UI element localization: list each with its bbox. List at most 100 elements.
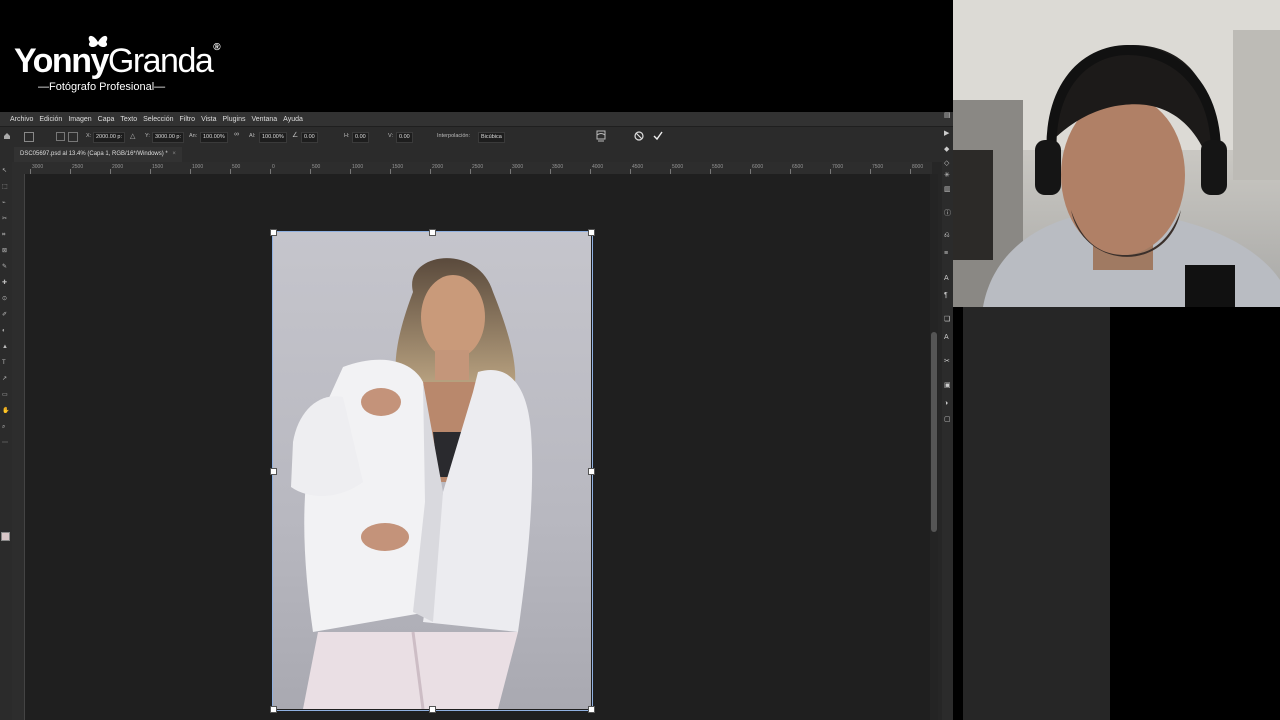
transform-handle[interactable] <box>588 706 595 713</box>
channels-panel-icon[interactable]: ▥ <box>944 186 952 193</box>
move-tool-icon[interactable]: ↖ <box>2 168 9 174</box>
brand-subtitle: —Fotógrafo Profesional— <box>38 81 166 93</box>
menu-edicion[interactable]: Edición <box>36 116 65 123</box>
healing-tool-icon[interactable]: ✚ <box>2 280 9 286</box>
clone-tool-icon[interactable]: ⊙ <box>2 296 9 302</box>
y-label: Y: <box>145 133 150 139</box>
more-tools-icon[interactable]: ⋯ <box>2 440 9 446</box>
vskew-field[interactable]: 0.00 <box>396 132 413 143</box>
angle-field[interactable]: 0.00 <box>301 132 318 143</box>
check-icon[interactable] <box>653 131 663 141</box>
transform-handle[interactable] <box>588 229 595 236</box>
marquee-tool-icon[interactable]: ⬚ <box>2 184 9 190</box>
menu-ventana[interactable]: Ventana <box>248 116 280 123</box>
document-tab[interactable]: DSC05697.psd al 13.4% (Capa 1, RGB/16*/W… <box>14 147 182 162</box>
ruler-label: 5500 <box>712 164 724 170</box>
actions-panel-icon[interactable]: ▶ <box>944 130 952 137</box>
transform-handle[interactable] <box>270 229 277 236</box>
menu-vista[interactable]: Vista <box>198 116 219 123</box>
paragraph-panel-icon[interactable]: ¶ <box>944 292 952 299</box>
shape-tool-icon[interactable]: ▭ <box>2 392 9 398</box>
path-select-tool-icon[interactable]: ↗ <box>2 376 9 382</box>
y-field[interactable]: 3000.00 p: <box>152 132 184 143</box>
ruler-label: 7000 <box>832 164 844 170</box>
shapes-panel-icon[interactable]: ◆ <box>944 146 952 153</box>
transform-tool-icon <box>24 132 34 142</box>
menu-plugins[interactable]: Plugins <box>220 116 249 123</box>
height-field[interactable]: 100.00% <box>259 132 287 143</box>
character-panel-icon[interactable]: A <box>944 275 952 282</box>
transform-handle[interactable] <box>270 706 277 713</box>
swatches-panel-icon[interactable]: ◇ <box>944 160 952 167</box>
ruler-label: 4000 <box>592 164 604 170</box>
transform-handle[interactable] <box>429 229 436 236</box>
reference-point-icon[interactable] <box>56 132 65 141</box>
crop-tool-icon[interactable]: ✂ <box>2 216 9 222</box>
transform-handle[interactable] <box>429 706 436 713</box>
vertical-ruler <box>12 174 25 720</box>
glyphs-panel-icon[interactable]: ❏ <box>944 316 952 323</box>
ruler-label: 2500 <box>72 164 84 170</box>
warp-icon[interactable] <box>596 130 606 142</box>
reference-grid-icon[interactable] <box>68 132 78 142</box>
ruler-label: 2000 <box>112 164 124 170</box>
scroll-thumb[interactable] <box>931 332 937 532</box>
menu-capa[interactable]: Capa <box>95 116 118 123</box>
cancel-icon[interactable] <box>634 131 644 141</box>
width-field[interactable]: 100.00% <box>200 132 228 143</box>
libraries-panel-icon[interactable]: ≡ <box>944 250 952 257</box>
menu-texto[interactable]: Texto <box>117 116 140 123</box>
paths-panel-icon[interactable]: ▢ <box>944 416 952 423</box>
delta-icon[interactable]: △ <box>130 132 135 140</box>
webcam-video-frame <box>953 0 1280 307</box>
menu-ayuda[interactable]: Ayuda <box>280 116 306 123</box>
zoom-tool-icon[interactable]: ⌕ <box>2 424 9 430</box>
x-field[interactable]: 2000.00 p: <box>93 132 125 143</box>
transform-bounding-box[interactable] <box>272 231 593 711</box>
link-icon[interactable]: ∞ <box>234 131 239 138</box>
ruler-label: 1500 <box>152 164 164 170</box>
properties-panel-icon[interactable]: ⎌ <box>944 232 952 239</box>
type-tool-icon[interactable]: T <box>2 360 9 366</box>
adjustments-panel-icon[interactable]: ◑ <box>944 400 952 407</box>
home-icon[interactable] <box>3 132 11 140</box>
menu-filtro[interactable]: Filtro <box>177 116 199 123</box>
height-label: Al: <box>249 133 256 139</box>
width-label: An: <box>189 133 198 139</box>
menu-seleccion[interactable]: Selección <box>140 116 176 123</box>
brand-name-light: Granda <box>107 42 214 80</box>
ruler-label: 2000 <box>432 164 444 170</box>
ruler-label: 3500 <box>552 164 564 170</box>
menu-imagen[interactable]: Imagen <box>65 116 94 123</box>
ruler-label: 6000 <box>752 164 764 170</box>
layers-panel-icon[interactable]: ▣ <box>944 382 952 389</box>
history-panel-icon[interactable]: ▤ <box>944 112 952 119</box>
webcam-overlay <box>953 0 1280 307</box>
tab-close-icon[interactable]: × <box>172 151 176 157</box>
menu-archivo[interactable]: Archivo <box>0 116 36 123</box>
ruler-label: 500 <box>312 164 321 170</box>
dodge-tool-icon[interactable]: ◐ <box>2 328 9 334</box>
frame-tool-icon[interactable]: ⌗ <box>2 232 9 238</box>
info-panel-icon[interactable]: ⓘ <box>944 210 952 217</box>
ruler-label: 3000 <box>32 164 44 170</box>
pencil-tool-icon[interactable]: ✐ <box>2 312 9 318</box>
tools-panel: ↖ ⬚ ⌁ ✂ ⌗ ⊠ ✎ ✚ ⊙ ✐ ◐ ▲ T ↗ ▭ ✋ ⌕ ⋯ <box>0 162 12 720</box>
brush-tool-icon[interactable]: ✎ <box>2 264 9 270</box>
sharpen-tool-icon[interactable]: ▲ <box>2 344 9 350</box>
tools-preset-icon[interactable]: ✂ <box>944 358 952 365</box>
hand-tool-icon[interactable]: ✋ <box>2 408 9 414</box>
lasso-tool-icon[interactable]: ⌁ <box>2 200 9 206</box>
brand-logo: YonnyGranda® <box>14 42 221 81</box>
foreground-color-swatch[interactable] <box>1 532 10 541</box>
hskew-field[interactable]: 0.00 <box>352 132 369 143</box>
hskew-label: H: <box>344 133 350 139</box>
ruler-label: 8000 <box>912 164 924 170</box>
styles-panel-icon[interactable]: A <box>944 334 952 341</box>
interpolation-select[interactable]: Bicúbica <box>478 132 505 143</box>
transform-handle[interactable] <box>588 468 595 475</box>
transform-handle[interactable] <box>270 468 277 475</box>
ruler-label: 0 <box>272 164 275 170</box>
slice-tool-icon[interactable]: ⊠ <box>2 248 9 254</box>
adjust-panel-icon[interactable]: ✳ <box>944 172 952 179</box>
